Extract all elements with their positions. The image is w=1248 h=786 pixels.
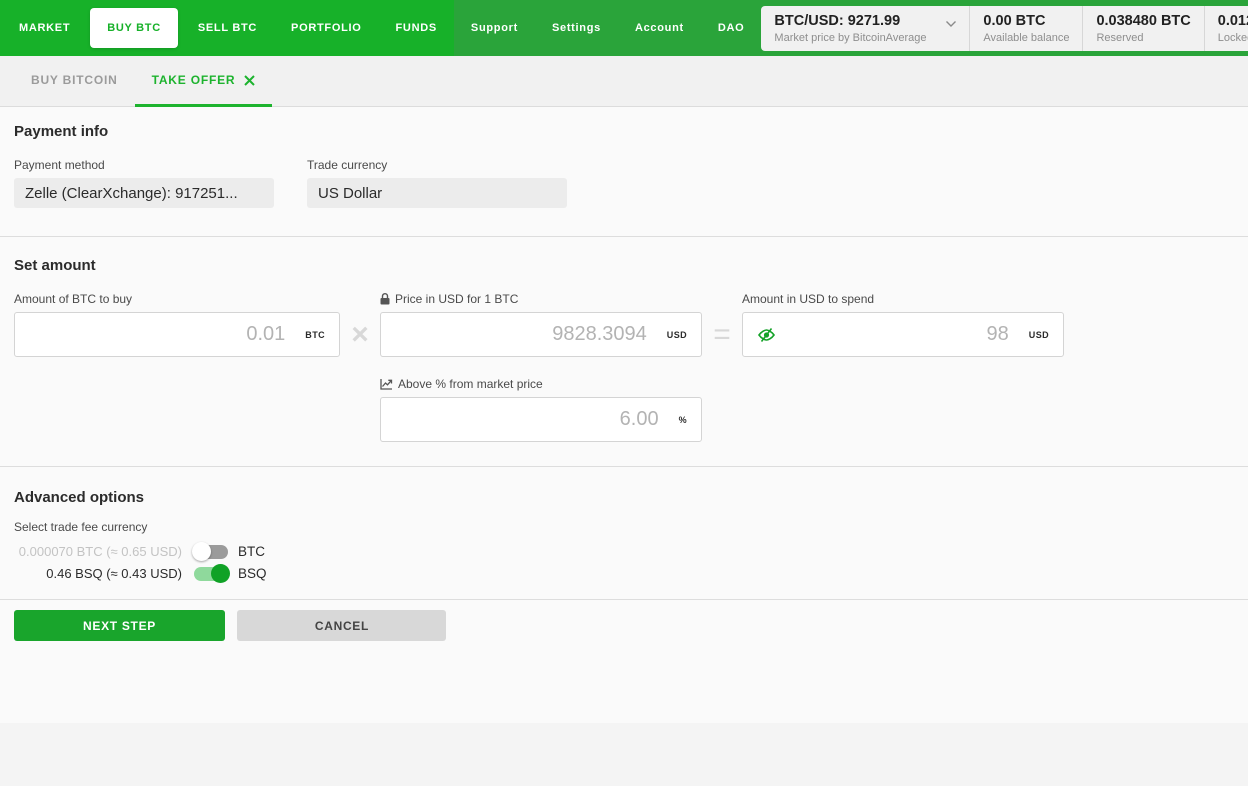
tab-buy-bitcoin[interactable]: BUY BITCOIN [14,56,135,107]
price-suffix: USD [667,330,687,340]
trade-currency-label: Trade currency [307,158,567,172]
btc-fee-label: BTC [238,544,265,559]
primary-nav: MARKET BUY BTC SELL BTC PORTFOLIO FUNDS [0,0,454,56]
spend-amount-group: Amount in USD to spend 98 USD [742,292,1064,357]
percent-suffix: % [679,415,687,425]
percent-group: Above % from market price 6.00 % [380,377,1234,442]
price-input[interactable]: 9828.3094 USD [380,312,702,357]
cancel-button[interactable]: CANCEL [237,610,446,641]
nav-item-portfolio[interactable]: PORTFOLIO [274,0,378,56]
trade-currency-field: US Dollar [307,178,567,208]
available-balance-cell: 0.00 BTC Available balance [969,6,1082,51]
price-label: Price in USD for 1 BTC [380,292,702,306]
market-price-panel: BTC/USD: 9271.99 Market price by Bitcoin… [761,6,1248,51]
btc-amount-value: 0.01 [246,323,285,346]
btc-amount-label: Amount of BTC to buy [14,292,340,306]
advanced-options-heading: Advanced options [14,489,1234,506]
locked-balance-label: Locked [1218,32,1248,44]
price-label-text: Price in USD for 1 BTC [395,292,518,306]
chevron-down-icon [945,20,957,28]
secondary-nav: Support Settings Account DAO BTC/USD: 92… [454,0,1248,56]
take-offer-form: Payment info Payment method Zelle (Clear… [0,107,1248,723]
price-group: Price in USD for 1 BTC 9828.3094 USD [380,292,702,357]
btc-fee-row: 0.000070 BTC (≈ 0.65 USD) BTC [14,544,1234,559]
bsq-fee-label: BSQ [238,566,267,581]
spend-amount-suffix: USD [1029,330,1049,340]
percent-label: Above % from market price [380,377,1234,391]
tab-buy-bitcoin-label: BUY BITCOIN [31,73,118,87]
reserved-balance-label: Reserved [1096,32,1190,44]
btc-fee-toggle[interactable] [194,545,228,559]
payment-method-field: Zelle (ClearXchange): 917251... [14,178,274,208]
btc-amount-group: Amount of BTC to buy 0.01 BTC [14,292,340,357]
bsq-fee-amount: 0.46 BSQ (≈ 0.43 USD) [14,566,182,581]
advanced-options-section: Advanced options Select trade fee curren… [0,467,1248,600]
action-buttons: NEXT STEP CANCEL [0,600,1248,653]
nav-item-funds[interactable]: FUNDS [379,0,454,56]
set-amount-section: Set amount Amount of BTC to buy 0.01 BTC… [0,237,1248,467]
tab-take-offer-label: TAKE OFFER [152,73,236,87]
toggle-knob [211,564,230,583]
trade-currency-group: Trade currency US Dollar [307,158,567,208]
reserved-balance-value: 0.038480 BTC [1096,13,1190,29]
chart-icon [380,378,393,390]
price-value: 9828.3094 [552,323,647,346]
payment-method-label: Payment method [14,158,274,172]
nav-item-support[interactable]: Support [454,0,535,56]
equals-symbol: = [702,312,742,357]
nav-item-dao[interactable]: DAO [701,0,762,56]
bsq-fee-toggle[interactable] [194,567,228,581]
nav-item-account[interactable]: Account [618,0,701,56]
payment-info-section: Payment info Payment method Zelle (Clear… [0,107,1248,237]
fee-currency-label: Select trade fee currency [14,520,1234,534]
market-price-selector[interactable]: BTC/USD: 9271.99 Market price by Bitcoin… [761,6,969,51]
btc-fee-amount: 0.000070 BTC (≈ 0.65 USD) [14,544,182,559]
top-navbar: MARKET BUY BTC SELL BTC PORTFOLIO FUNDS … [0,0,1248,56]
set-amount-heading: Set amount [14,257,1234,274]
percent-input[interactable]: 6.00 % [380,397,702,442]
locked-balance-cell: 0.0120 BTC Locked [1204,6,1248,51]
spend-amount-value: 98 [987,323,1009,346]
nav-item-buy-btc[interactable]: BUY BTC [90,8,178,48]
payment-method-group: Payment method Zelle (ClearXchange): 917… [14,158,274,208]
payment-info-heading: Payment info [14,123,1234,140]
btc-amount-suffix: BTC [305,330,325,340]
bisq-take-offer-window: MARKET BUY BTC SELL BTC PORTFOLIO FUNDS … [0,0,1248,723]
locked-balance-value: 0.0120 BTC [1218,13,1248,29]
tab-take-offer[interactable]: TAKE OFFER [135,56,273,107]
bsq-fee-row: 0.46 BSQ (≈ 0.43 USD) BSQ [14,566,1234,581]
available-balance-label: Available balance [983,32,1069,44]
lock-icon [380,293,390,305]
nav-item-settings[interactable]: Settings [535,0,618,56]
nav-item-sell-btc[interactable]: SELL BTC [181,0,274,56]
next-step-button[interactable]: NEXT STEP [14,610,225,641]
percent-label-text: Above % from market price [398,377,543,391]
close-icon[interactable] [244,75,255,86]
reserved-balance-cell: 0.038480 BTC Reserved [1082,6,1203,51]
eye-slash-icon [757,327,776,343]
btc-amount-input[interactable]: 0.01 BTC [14,312,340,357]
market-price-value: BTC/USD: 9271.99 [774,13,956,29]
multiply-symbol: × [340,312,380,357]
toggle-knob [192,542,211,561]
available-balance-value: 0.00 BTC [983,13,1069,29]
nav-item-market[interactable]: MARKET [2,0,87,56]
spend-amount-label: Amount in USD to spend [742,292,1064,306]
percent-value: 6.00 [620,408,659,431]
market-price-provider: Market price by BitcoinAverage [774,32,956,44]
sub-tabbar: BUY BITCOIN TAKE OFFER [0,56,1248,107]
spend-amount-input[interactable]: 98 USD [742,312,1064,357]
